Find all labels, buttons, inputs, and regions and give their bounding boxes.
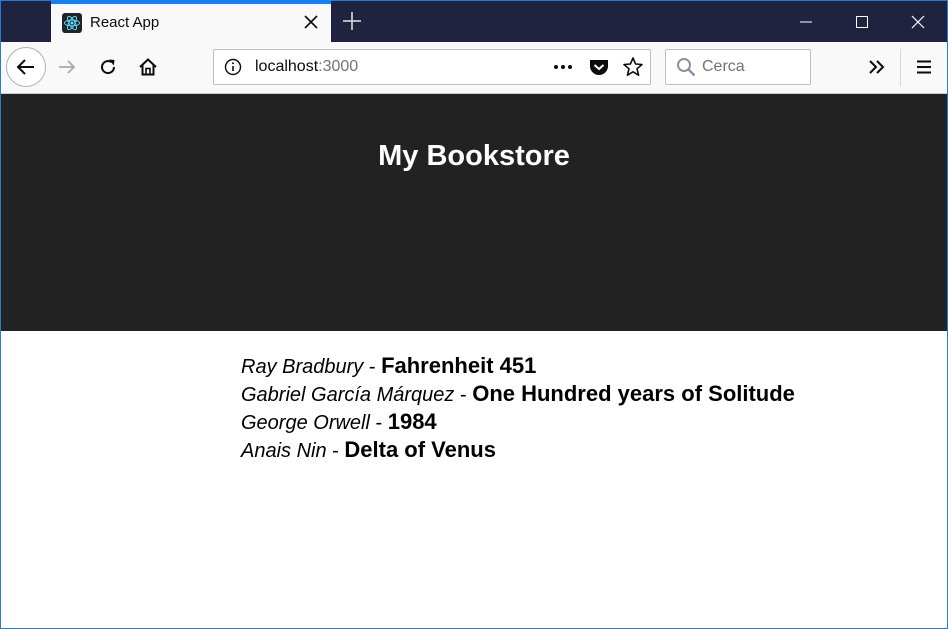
tab-close-icon[interactable] xyxy=(301,12,321,32)
tab-react-app[interactable]: React App xyxy=(51,1,331,42)
book-list: Ray Bradbury - Fahrenheit 451 Gabriel Ga… xyxy=(241,352,795,464)
list-item: Anais Nin - Delta of Venus xyxy=(241,436,795,464)
react-logo-icon xyxy=(62,13,82,33)
close-window-icon[interactable] xyxy=(891,1,947,42)
back-button[interactable] xyxy=(6,47,46,87)
maximize-window-icon[interactable] xyxy=(835,1,891,42)
site-info-icon[interactable] xyxy=(224,58,242,76)
book-title: Fahrenheit 451 xyxy=(381,353,537,378)
list-item: Gabriel García Márquez - One Hundred yea… xyxy=(241,380,795,408)
page-actions-ellipsis-icon[interactable] xyxy=(552,56,574,78)
book-author: George Orwell xyxy=(241,412,370,434)
browser-window: React App localhost:3000 Cerca My Bookst… xyxy=(0,0,948,629)
forward-button[interactable] xyxy=(53,53,81,81)
book-separator: - xyxy=(363,356,382,378)
book-title: One Hundred years of Solitude xyxy=(472,381,795,406)
search-icon xyxy=(676,57,696,82)
app-header: My Bookstore xyxy=(1,94,947,331)
book-author: Anais Nin xyxy=(241,440,327,462)
tab-title: React App xyxy=(90,14,160,31)
book-author: Ray Bradbury xyxy=(241,356,364,378)
minimize-window-icon[interactable] xyxy=(779,1,835,42)
page-content: My Bookstore Ray Bradbury - Fahrenheit 4… xyxy=(1,94,947,628)
address-bar[interactable]: localhost:3000 xyxy=(213,49,651,85)
home-icon xyxy=(139,58,157,76)
book-title: 1984 xyxy=(387,409,437,434)
url-port: :3000 xyxy=(318,58,359,75)
book-separator: - xyxy=(454,384,473,406)
forward-arrow-icon xyxy=(59,60,76,74)
search-input[interactable] xyxy=(702,56,802,78)
list-item: George Orwell - 1984 xyxy=(241,408,795,436)
url-text[interactable]: localhost:3000 xyxy=(255,58,358,76)
book-title: Delta of Venus xyxy=(344,437,496,462)
book-author: Gabriel García Márquez xyxy=(241,384,455,406)
reload-button[interactable] xyxy=(94,53,122,81)
book-separator: - xyxy=(369,412,388,434)
overflow-menu-button[interactable] xyxy=(863,53,891,81)
tab-strip: React App xyxy=(1,1,947,42)
bookmark-star-icon[interactable] xyxy=(622,56,644,78)
url-host: localhost xyxy=(255,58,319,75)
hamburger-menu-icon xyxy=(917,60,931,74)
double-chevron-icon xyxy=(869,60,885,74)
navigation-toolbar: localhost:3000 xyxy=(1,42,947,94)
back-arrow-icon xyxy=(16,59,34,75)
reload-icon xyxy=(101,59,116,75)
search-bar[interactable] xyxy=(665,49,811,85)
new-tab-plus-icon[interactable] xyxy=(341,10,363,32)
home-button[interactable] xyxy=(134,53,162,81)
page-title: My Bookstore xyxy=(378,140,570,172)
pocket-icon[interactable] xyxy=(588,56,610,78)
toolbar-separator xyxy=(900,49,901,86)
hamburger-menu-button[interactable] xyxy=(910,53,938,81)
book-separator: - xyxy=(326,440,345,462)
list-item: Ray Bradbury - Fahrenheit 451 xyxy=(241,352,795,380)
